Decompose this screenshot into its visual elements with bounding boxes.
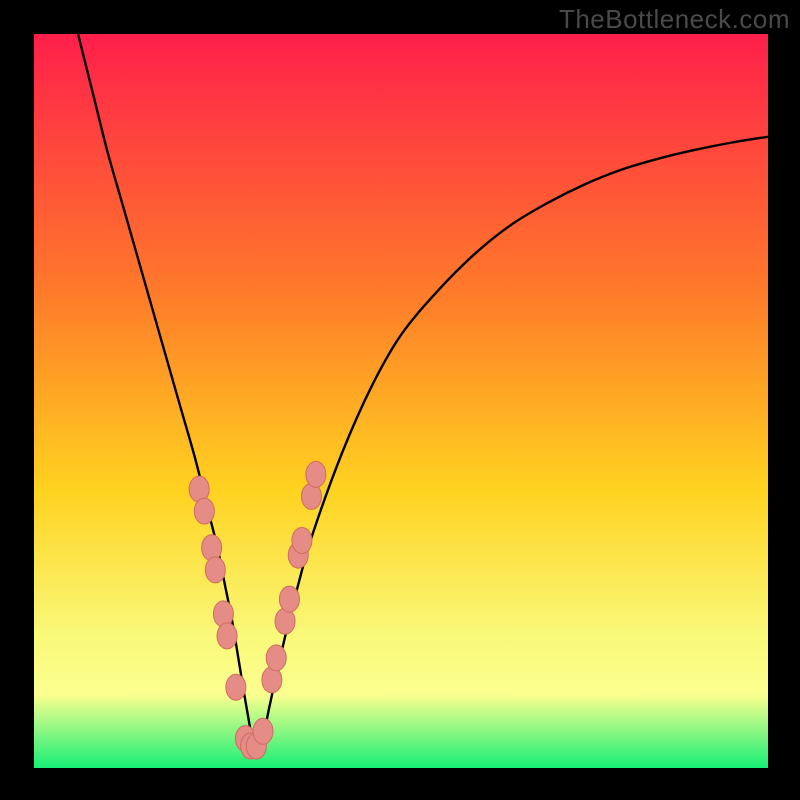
curve-marker (306, 461, 326, 487)
chart-svg (0, 0, 800, 800)
curve-marker (253, 718, 273, 744)
curve-marker (279, 586, 299, 612)
curve-marker (194, 498, 214, 524)
curve-marker (217, 623, 237, 649)
curve-marker (226, 674, 246, 700)
curve-marker (292, 527, 312, 553)
curve-marker (202, 535, 222, 561)
curve-marker (266, 645, 286, 671)
curve-marker (205, 557, 225, 583)
curve-marker (213, 601, 233, 627)
chart-frame: TheBottleneck.com (0, 0, 800, 800)
plot-background (34, 34, 768, 768)
watermark-text: TheBottleneck.com (559, 4, 790, 35)
